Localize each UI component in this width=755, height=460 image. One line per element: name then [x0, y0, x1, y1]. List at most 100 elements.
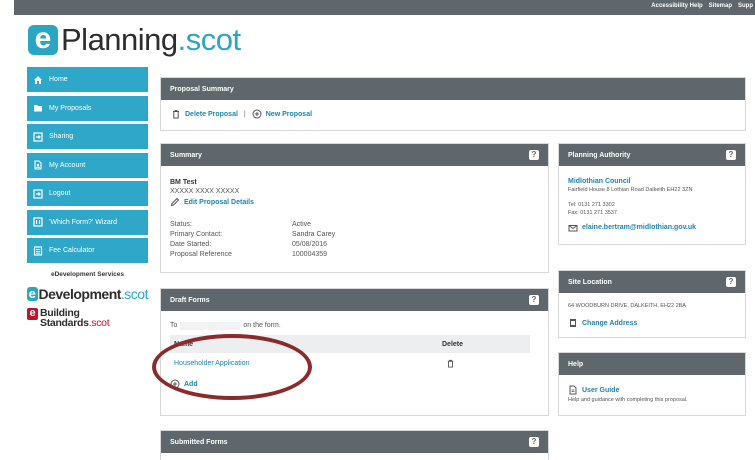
panel-title: Submitted Forms	[170, 438, 228, 446]
summary-header: Summary ?	[161, 144, 548, 166]
help-icon[interactable]: ?	[529, 150, 539, 160]
draft-forms-intro: To on the form.	[170, 322, 539, 330]
logo-e-mark: e	[28, 24, 58, 55]
envelope-icon	[568, 225, 578, 232]
council-address: Fairfield House 8 Lothian Road Dalkeith …	[568, 187, 693, 193]
help-icon[interactable]: ?	[726, 277, 736, 287]
field-row: Status: Active	[170, 220, 548, 230]
planning-authority-header: Planning Authority ?	[559, 144, 745, 166]
user-guide-label: User Guide	[582, 386, 620, 394]
delete-proposal-label: Delete Proposal	[185, 110, 238, 118]
panel-title: Proposal Summary	[170, 85, 234, 93]
proposal-fields: Status: Active Primary Contact: Sandra Car…	[170, 220, 548, 260]
panel-title: Site Location	[568, 278, 612, 286]
support-link[interactable]: Supp	[738, 3, 753, 9]
obscured-text	[180, 322, 241, 330]
help-icon[interactable]: ?	[529, 295, 539, 305]
new-proposal-label: New Proposal	[265, 110, 313, 118]
edevelopment-word: Development	[38, 286, 122, 302]
panel-title: Planning Authority	[568, 151, 631, 159]
sidebar-nav: Home My Proposals Sharing My Account Log…	[27, 67, 149, 328]
field-label: Date Started:	[170, 241, 212, 248]
proposal-summary-header: Proposal Summary	[161, 78, 745, 100]
sidebar-item-label: Fee Calculator	[49, 247, 95, 254]
council-email: elaine.bertram@midlothian.gov.uk	[582, 224, 697, 231]
account-icon	[32, 160, 43, 171]
edevelopment-services-heading: eDevelopment Services	[51, 271, 124, 278]
logout-icon	[32, 188, 43, 199]
council-email-link[interactable]: elaine.bertram@midlothian.gov.uk	[568, 223, 745, 233]
folder-icon	[32, 103, 43, 114]
accessibility-help-link[interactable]: Accessibility Help	[651, 3, 702, 9]
planning-authority-panel: Planning Authority ? Midlothian Council …	[558, 143, 746, 245]
logo-word-planning: Planning	[61, 22, 178, 57]
help-icon[interactable]: ?	[529, 437, 539, 447]
sidebar-item-label: My Proposals	[49, 104, 92, 112]
intro-end: on the form.	[243, 322, 281, 329]
field-value: Active	[292, 221, 312, 228]
pdf-icon	[569, 385, 577, 395]
field-value: 05/08/2016	[292, 241, 328, 248]
proposal-summary-panel: Proposal Summary Delete Proposal | New P…	[160, 77, 746, 131]
sidebar-item-my-account[interactable]: My Account	[27, 152, 148, 178]
user-guide-link[interactable]: User Guide	[568, 385, 745, 395]
proposal-address: XXXXX XXXX XXXXX	[170, 188, 240, 195]
summary-panel: Summary ? BM Test XXXXX XXXX XXXXX Edit …	[160, 143, 549, 273]
logo-word-scot: .scot	[177, 22, 241, 57]
edevelopment-e-mark: e	[27, 286, 38, 301]
change-address-button[interactable]: Change Address	[568, 318, 745, 328]
trash-icon[interactable]	[446, 359, 455, 368]
edevelopment-wordmark: Development.scot	[39, 286, 149, 302]
help-icon[interactable]: ?	[726, 150, 736, 160]
sidebar-item-my-proposals[interactable]: My Proposals	[27, 95, 148, 121]
sidebar-item-fee-calculator[interactable]: Fee Calculator	[27, 238, 148, 263]
site-location-header: Site Location ?	[559, 271, 745, 293]
sidebar-item-home[interactable]: Home	[27, 67, 148, 92]
proposal-name: BM Test	[170, 179, 197, 186]
council-fax: Fax: 0131 271 3537	[568, 210, 617, 216]
edevelopment-logo[interactable]: e Development.scot	[27, 286, 149, 302]
edevelopment-suffix: .scot	[120, 286, 149, 302]
intro-start: To	[170, 322, 178, 329]
panel-title: Summary	[170, 151, 202, 159]
col-delete-header: Delete	[442, 340, 464, 348]
field-label: Proposal Reference	[170, 251, 232, 258]
panel-title: Draft Forms	[170, 296, 210, 304]
pencil-icon	[170, 197, 180, 207]
logo-wordmark: Planning.scot	[61, 24, 241, 56]
sitemap-link[interactable]: Sitemap	[709, 3, 732, 9]
delete-proposal-button[interactable]: Delete Proposal	[171, 109, 238, 119]
field-row: Date Started: 05/08/2016	[170, 240, 548, 250]
standards-word: Standards	[40, 317, 89, 329]
sidebar-item-which-form-wizard[interactable]: 'Which Form?' Wizard	[27, 209, 148, 235]
building-standards-e-mark: e	[27, 308, 38, 320]
new-proposal-button[interactable]: New Proposal	[252, 109, 312, 119]
wizard-icon	[32, 217, 43, 228]
field-row: Proposal Reference 100004359	[170, 250, 548, 260]
council-name-link[interactable]: Midlothian Council	[568, 178, 745, 186]
help-panel: Help User Guide Help and guidance with c…	[558, 352, 746, 416]
sidebar-item-label: Home	[49, 76, 68, 83]
submitted-forms-header: Submitted Forms ?	[161, 431, 548, 453]
eplanning-logo[interactable]: e Planning.scot	[28, 24, 241, 56]
home-icon	[32, 74, 43, 85]
calculator-icon	[32, 245, 43, 256]
change-address-label: Change Address	[582, 319, 638, 327]
building-standards-wordmark: Building Standards.scot	[40, 308, 110, 329]
proposal-actions: Delete Proposal | New Proposal	[161, 100, 745, 119]
sidebar-item-logout[interactable]: Logout	[27, 181, 148, 206]
sidebar-item-sharing[interactable]: Sharing	[27, 124, 148, 149]
draft-forms-header: Draft Forms ?	[161, 289, 548, 311]
top-links: Accessibility Help Sitemap Supp	[651, 3, 753, 9]
trash-icon	[173, 110, 179, 119]
building-standards-suffix: .scot	[88, 317, 110, 329]
annotation-highlight-oval	[152, 334, 312, 400]
edit-proposal-details-link[interactable]: Edit Proposal Details	[170, 197, 548, 207]
building-standards-logo[interactable]: e Building Standards.scot	[27, 308, 148, 328]
field-value: 100004359	[292, 251, 328, 258]
sidebar-item-label: 'Which Form?' Wizard	[49, 218, 118, 226]
user-guide-description: Help and guidance with completing this p…	[568, 397, 688, 403]
document-icon	[570, 319, 576, 327]
site-address: 64 WOODBURN DRIVE, DALKEITH, EH22 2BA	[568, 303, 686, 309]
field-value: Sandra Carey	[292, 231, 336, 238]
